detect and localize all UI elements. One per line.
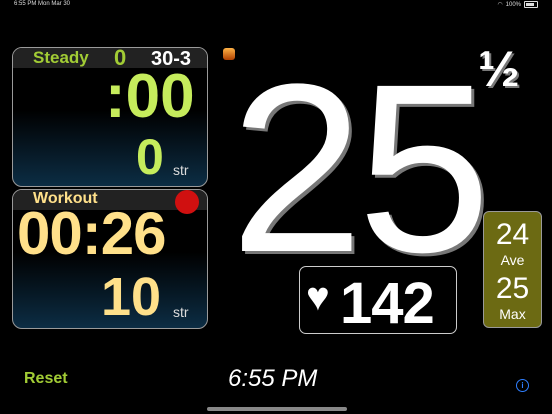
ave-value: 24	[495, 218, 530, 251]
info-icon[interactable]: i	[516, 379, 529, 392]
heart-rate-box: ♥ 142	[299, 266, 457, 336]
ave-label: Ave	[500, 252, 525, 268]
record-indicator-icon	[175, 190, 199, 214]
steady-title: Steady	[33, 48, 89, 67]
steady-strokes: 0	[136, 129, 164, 185]
battery-icon	[524, 1, 538, 8]
stroke-rate-half: ½	[478, 41, 520, 97]
workout-time: 00:26	[17, 200, 166, 267]
heart-icon: ♥	[306, 275, 330, 319]
home-indicator[interactable]	[207, 407, 347, 411]
workout-strokes: 10	[101, 267, 162, 327]
status-date: Mon Mar 30	[38, 1, 71, 7]
status-bar: 6:55 PM Mon Mar 30 ◠ 100%	[0, 0, 552, 10]
wifi-icon: ◠	[497, 2, 503, 8]
clock-display: 6:55 PM	[228, 365, 318, 392]
steady-strokes-unit: str	[173, 162, 189, 178]
status-time: 6:55 PM	[14, 1, 37, 7]
steady-time: :00	[105, 62, 195, 131]
heart-rate-value: 142	[340, 271, 435, 336]
steady-panel[interactable]: Steady 0 30-3 :00 0 str	[12, 47, 208, 187]
max-label: Max	[499, 306, 526, 322]
status-right: ◠ 100%	[497, 1, 538, 8]
workout-strokes-unit: str	[173, 304, 189, 320]
rate-stats-box: 24 Ave 25 Max	[483, 211, 542, 328]
reset-button[interactable]: Reset	[24, 370, 68, 388]
stroke-rate-value: 25	[230, 34, 491, 302]
workout-panel[interactable]: Workout 00:26 10 str	[12, 189, 208, 329]
max-value: 25	[495, 272, 530, 305]
battery-percent: 100%	[505, 1, 521, 8]
